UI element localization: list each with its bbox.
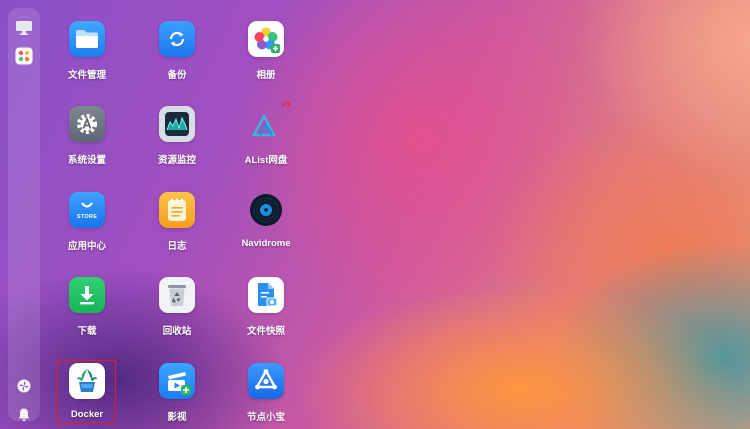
download-arrow-icon	[69, 277, 105, 313]
app-photos[interactable]: 相册	[234, 21, 298, 81]
alist-version-badge: V3	[281, 102, 290, 109]
clapperboard-icon	[159, 363, 195, 399]
app-files[interactable]: 文件管理	[55, 21, 119, 81]
sidebar	[8, 8, 40, 421]
bell-icon[interactable]	[14, 404, 34, 424]
app-label: 文件快照	[246, 326, 285, 337]
app-navidrome[interactable]: Navidrome	[234, 192, 298, 249]
app-grid-icon[interactable]	[14, 46, 34, 66]
app-video[interactable]: 影视	[145, 363, 209, 423]
vinyl-record-icon	[248, 192, 284, 228]
recycle-bin-icon	[159, 277, 195, 313]
app-label: AList网盘	[244, 155, 288, 166]
app-node-helper[interactable]: 节点小宝	[234, 363, 298, 423]
app-label: 回收站	[162, 326, 192, 337]
app-resource-monitor[interactable]: 资源监控	[145, 106, 209, 166]
monitor-chart-icon	[159, 106, 195, 142]
sync-icon	[159, 21, 195, 57]
app-backup[interactable]: 备份	[145, 21, 209, 81]
alist-logo-icon: V3	[248, 102, 290, 142]
app-label: 节点小宝	[246, 412, 285, 423]
app-label: 资源监控	[157, 155, 196, 166]
selection-highlight	[56, 360, 116, 423]
pinwheel-icon[interactable]	[14, 376, 34, 396]
app-label: 影视	[167, 412, 187, 423]
app-label: 相册	[256, 70, 276, 81]
folder-icon	[69, 21, 105, 57]
app-recycle-bin[interactable]: 回收站	[145, 277, 209, 337]
gear-icon	[69, 106, 105, 142]
app-download[interactable]: 下载	[55, 277, 119, 337]
shopping-bag-icon: STORE	[69, 192, 105, 228]
app-alist[interactable]: V3 AList网盘	[234, 102, 298, 166]
notepad-icon	[159, 192, 195, 228]
flower-photos-icon	[248, 21, 284, 57]
app-label: 日志	[167, 241, 187, 252]
app-label: Navidrome	[241, 238, 291, 249]
app-label: 备份	[167, 70, 187, 81]
app-label: 文件管理	[67, 70, 106, 81]
node-network-icon	[248, 363, 284, 399]
app-settings[interactable]: 系统设置	[55, 106, 119, 166]
app-label: 应用中心	[67, 241, 106, 252]
desktop-monitor-icon[interactable]	[14, 18, 34, 38]
app-store[interactable]: STORE 应用中心	[55, 192, 119, 252]
file-camera-icon	[248, 277, 284, 313]
app-label: 系统设置	[67, 155, 106, 166]
app-label: 下载	[77, 326, 97, 337]
app-file-snapshot[interactable]: 文件快照	[234, 277, 298, 337]
app-logs[interactable]: 日志	[145, 192, 209, 252]
store-icon-text: STORE	[76, 213, 98, 220]
